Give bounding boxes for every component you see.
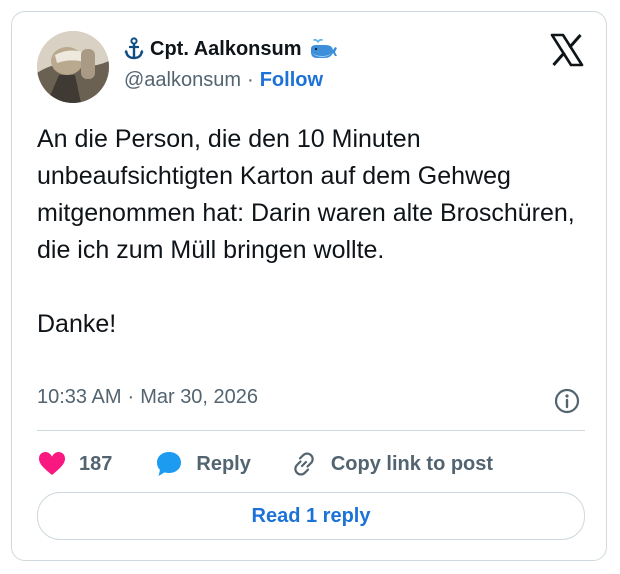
speech-bubble-icon [157, 452, 182, 476]
reply-label: Reply [196, 452, 251, 475]
link-icon [294, 452, 314, 476]
reply-button[interactable]: Reply [154, 449, 251, 479]
heart-icon [39, 452, 65, 475]
copy-link-label: Copy link to post [330, 452, 494, 475]
author-name-row[interactable]: Cpt. Aalkonsum [124, 35, 338, 63]
x-logo-icon[interactable] [550, 33, 584, 67]
author-display-name[interactable]: Cpt. Aalkonsum [150, 38, 302, 61]
like-count: 187 [79, 452, 113, 475]
action-bar: 187 Reply Copy link to post [37, 446, 493, 482]
tweet-card: Cpt. Aalkonsum @aalkonsum · Follow An di… [11, 11, 607, 561]
tweet-date[interactable]: Mar 30, 2026 [140, 386, 258, 409]
follow-button[interactable]: Follow [260, 69, 323, 92]
anchor-icon [124, 37, 144, 60]
timestamp-separator: · [127, 386, 135, 408]
divider [37, 430, 585, 431]
info-icon[interactable] [553, 387, 581, 415]
avatar-image [37, 31, 109, 103]
avatar[interactable] [37, 31, 109, 103]
tweet-text: An die Person, die den 10 Minuten unbeau… [37, 125, 575, 338]
tweet-timestamp[interactable]: 10:33 AM · Mar 30, 2026 [37, 386, 258, 409]
read-replies-button[interactable]: Read 1 reply [37, 492, 585, 540]
handle-separator: · [247, 69, 254, 91]
author-handle-row: @aalkonsum · Follow [124, 69, 323, 92]
author-handle[interactable]: @aalkonsum [124, 69, 241, 92]
whale-icon [310, 38, 337, 58]
tweet-time[interactable]: 10:33 AM [37, 386, 122, 409]
copy-link-button[interactable]: Copy link to post [289, 449, 493, 479]
like-button[interactable]: 187 [37, 449, 112, 479]
